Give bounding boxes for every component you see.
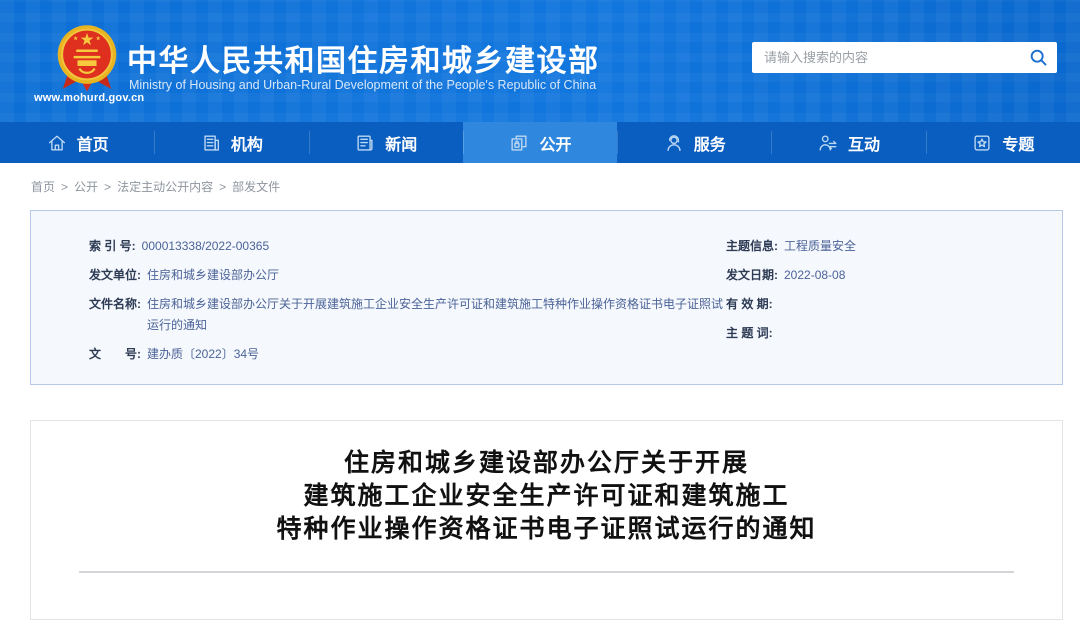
document-title-line-1: 住房和城乡建设部办公厅关于开展 — [31, 447, 1062, 480]
nav-item-label: 新闻 — [385, 131, 417, 155]
meta-value: 住房和城乡建设部办公厅关于开展建筑施工企业安全生产许可证和建筑施工特种作业操作资… — [147, 294, 726, 336]
document-title: 住房和城乡建设部办公厅关于开展 建筑施工企业安全生产许可证和建筑施工 特种作业操… — [31, 447, 1062, 546]
nav-item-interaction[interactable]: 互动 — [771, 122, 925, 163]
meta-row-document-number: 文 号: 建办质〔2022〕34号 — [89, 344, 726, 365]
organization-icon — [200, 132, 222, 154]
nav-item-disclosure[interactable]: 公开 — [463, 122, 617, 163]
document-title-line-2: 建筑施工企业安全生产许可证和建筑施工 — [31, 480, 1062, 513]
meta-label: 发文单位: — [89, 265, 141, 286]
meta-row-keywords: 主 题 词: — [726, 323, 1062, 344]
nav-item-label: 服务 — [694, 131, 726, 155]
breadcrumb-separator: > — [61, 180, 68, 194]
nav-item-label: 公开 — [539, 131, 571, 155]
meta-column-left: 索 引 号: 000013338/2022-00365 发文单位: 住房和城乡建… — [31, 211, 726, 384]
service-icon — [663, 132, 685, 154]
search-icon — [1029, 48, 1048, 67]
meta-value: 建办质〔2022〕34号 — [147, 344, 259, 365]
meta-row-document-name: 文件名称: 住房和城乡建设部办公厅关于开展建筑施工企业安全生产许可证和建筑施工特… — [89, 294, 726, 336]
nav-item-label: 互动 — [848, 131, 880, 155]
site-subtitle: Ministry of Housing and Urban-Rural Deve… — [129, 78, 596, 92]
home-icon — [46, 132, 68, 154]
meta-label: 文件名称: — [89, 294, 141, 336]
meta-row-index-number: 索 引 号: 000013338/2022-00365 — [89, 236, 726, 257]
article-card: 住房和城乡建设部办公厅关于开展 建筑施工企业安全生产许可证和建筑施工 特种作业操… — [30, 420, 1063, 620]
nav-item-news[interactable]: 新闻 — [309, 122, 463, 163]
nav-item-service[interactable]: 服务 — [617, 122, 771, 163]
meta-label: 索 引 号: — [89, 236, 136, 257]
breadcrumb-separator: > — [104, 180, 111, 194]
meta-label: 主 题 词: — [726, 323, 773, 344]
nav-item-home[interactable]: 首页 — [0, 122, 154, 163]
meta-label: 文 号: — [89, 344, 141, 365]
breadcrumb-current: 部发文件 — [232, 180, 280, 194]
search-button[interactable] — [1019, 42, 1057, 73]
interaction-icon — [817, 132, 839, 154]
breadcrumb-link-home[interactable]: 首页 — [31, 180, 55, 194]
breadcrumb-link-statutory-content[interactable]: 法定主动公开内容 — [117, 180, 213, 194]
header-banner: www.mohurd.gov.cn 中华人民共和国住房和城乡建设部 Minist… — [0, 0, 1080, 122]
site-url: www.mohurd.gov.cn — [34, 92, 144, 104]
meta-column-right: 主题信息: 工程质量安全 发文日期: 2022-08-08 有 效 期: 主 题… — [726, 211, 1062, 384]
search-box — [752, 42, 1057, 73]
national-emblem-icon — [53, 24, 121, 94]
meta-value: 2022-08-08 — [784, 265, 845, 286]
nav-item-topic[interactable]: 专题 — [926, 122, 1080, 163]
disclosure-icon — [508, 132, 530, 154]
document-title-line-3: 特种作业操作资格证书电子证照试运行的通知 — [31, 513, 1062, 546]
meta-row-issue-date: 发文日期: 2022-08-08 — [726, 265, 1062, 286]
breadcrumb: 首页 > 公开 > 法定主动公开内容 > 部发文件 — [0, 163, 1080, 195]
meta-row-issuing-unit: 发文单位: 住房和城乡建设部办公厅 — [89, 265, 726, 286]
search-input[interactable] — [752, 50, 1019, 65]
meta-value: 000013338/2022-00365 — [142, 236, 269, 257]
news-icon — [354, 132, 376, 154]
nav-item-organization[interactable]: 机构 — [154, 122, 308, 163]
nav-item-label: 首页 — [77, 131, 109, 155]
breadcrumb-separator: > — [219, 180, 226, 194]
site-title: 中华人民共和国住房和城乡建设部 — [127, 36, 600, 80]
nav-item-label: 机构 — [231, 131, 263, 155]
meta-value: 工程质量安全 — [784, 236, 856, 257]
meta-label: 有 效 期: — [726, 294, 773, 315]
meta-label: 主题信息: — [726, 236, 778, 257]
meta-row-validity: 有 效 期: — [726, 294, 1062, 315]
document-meta-panel: 索 引 号: 000013338/2022-00365 发文单位: 住房和城乡建… — [30, 210, 1063, 385]
title-divider — [79, 571, 1014, 573]
meta-row-topic-info: 主题信息: 工程质量安全 — [726, 236, 1062, 257]
main-nav: 首页 机构 新闻 公开 服务 — [0, 122, 1080, 163]
meta-value: 住房和城乡建设部办公厅 — [147, 265, 279, 286]
breadcrumb-link-disclosure[interactable]: 公开 — [74, 180, 98, 194]
meta-label: 发文日期: — [726, 265, 778, 286]
topic-icon — [971, 132, 993, 154]
nav-item-label: 专题 — [1002, 131, 1034, 155]
